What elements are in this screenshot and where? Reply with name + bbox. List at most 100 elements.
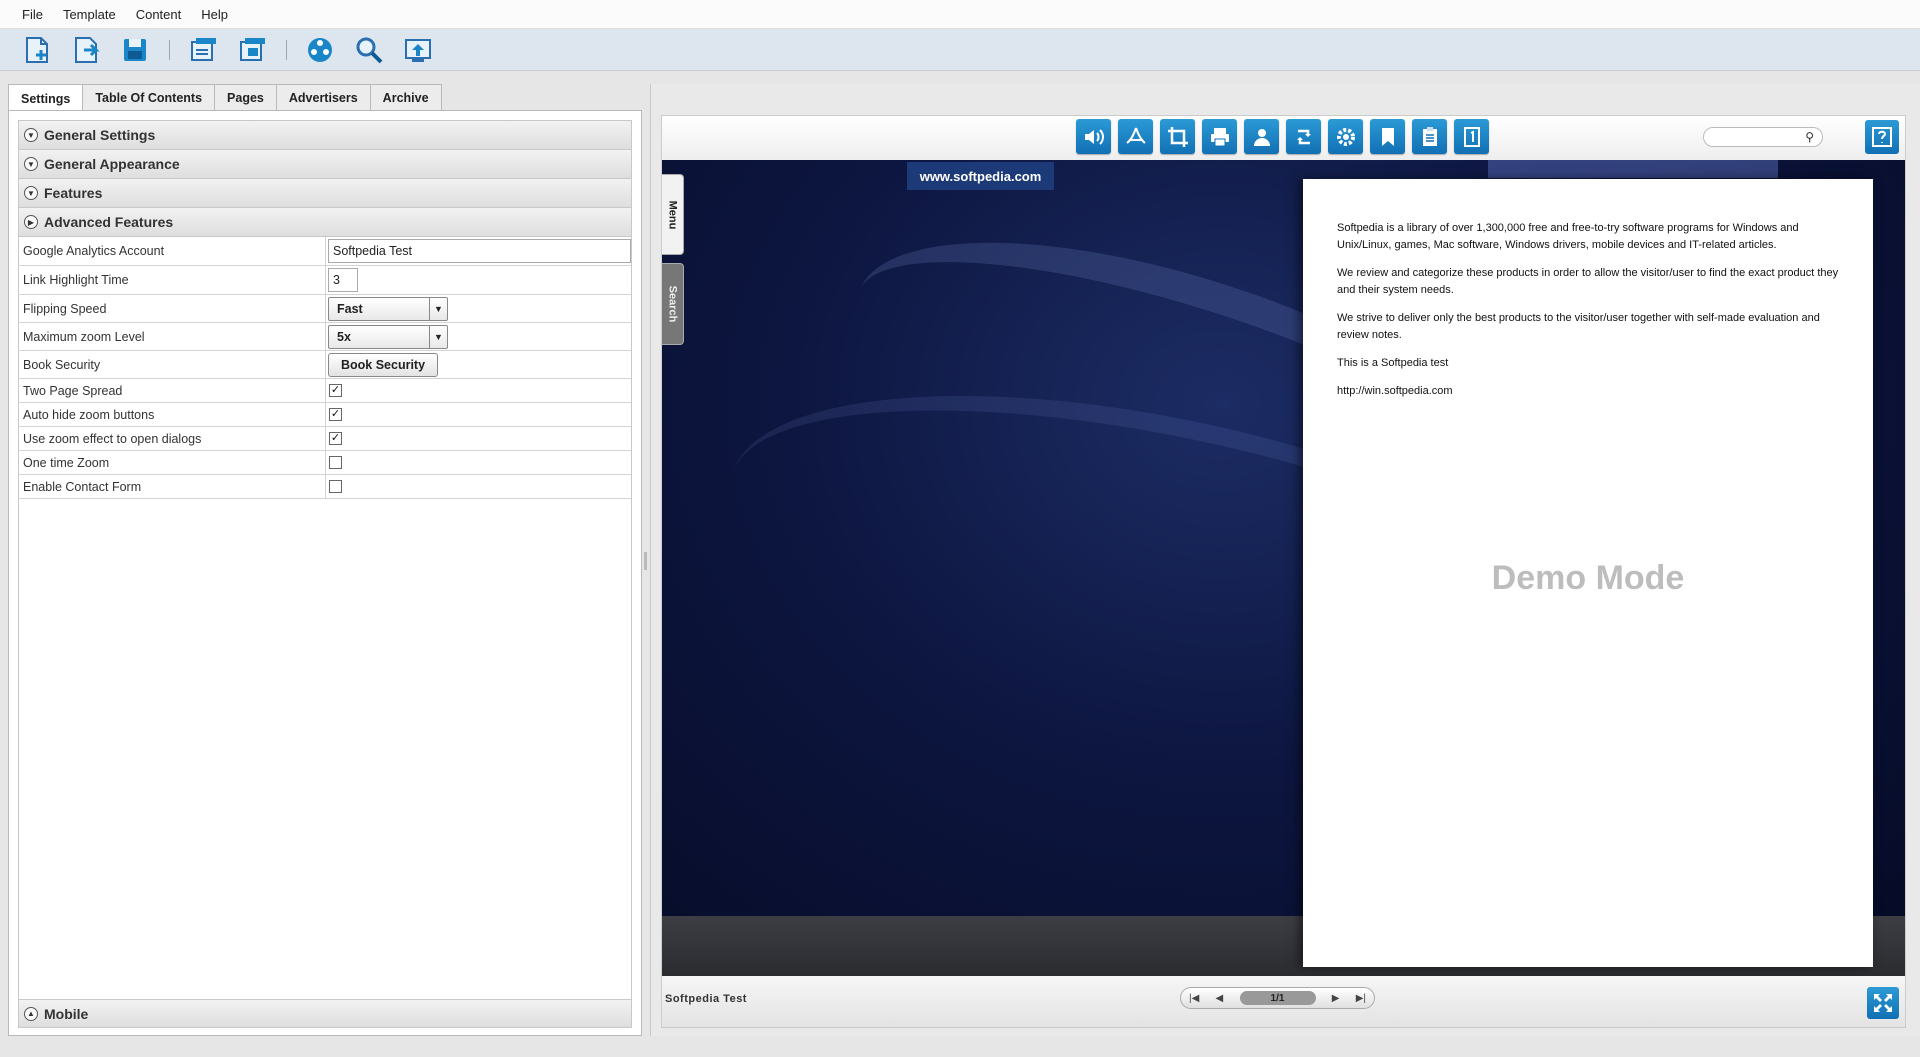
page-link[interactable]: http://win.softpedia.com — [1337, 383, 1839, 400]
section-features[interactable]: ▼ Features — [19, 179, 631, 208]
side-tab-search[interactable]: Search — [662, 263, 684, 345]
save-button[interactable] — [118, 33, 152, 67]
flipping-speed-select[interactable]: Fast ▼ — [328, 296, 448, 321]
contact-form-checkbox[interactable] — [329, 480, 342, 493]
book-security-button[interactable]: Book Security — [328, 352, 439, 377]
page-indicator[interactable]: 1/1 — [1239, 991, 1316, 1005]
google-analytics-input[interactable]: Softpedia Test — [328, 239, 631, 263]
new-project-button[interactable] — [20, 33, 54, 67]
tab-advertisers[interactable]: Advertisers — [275, 84, 371, 110]
save-icon — [124, 38, 146, 61]
sound-icon — [1084, 128, 1104, 145]
property-row: Book Security Book Security — [19, 351, 631, 379]
side-tab-menu[interactable]: Menu — [662, 174, 684, 255]
section-advanced-features[interactable]: ▶ Advanced Features — [19, 208, 631, 237]
max-zoom-select[interactable]: 5x ▼ — [328, 324, 448, 349]
property-row: Link Highlight Time 3 — [19, 266, 631, 295]
chevron-down-icon: ▼ — [429, 325, 447, 348]
property-row: Flipping Speed Fast ▼ — [19, 295, 631, 323]
fullscreen-button[interactable] — [1867, 987, 1899, 1019]
preview-book-button[interactable] — [303, 33, 337, 67]
book-page[interactable]: Softpedia is a library of over 1,300,000… — [1303, 179, 1873, 967]
last-page-icon[interactable]: ▶| — [1356, 993, 1366, 1004]
zoom-preview-button[interactable] — [352, 33, 386, 67]
tab-strip: Settings Table Of Contents Pages Adverti… — [8, 84, 442, 112]
section-title: General Settings — [44, 127, 156, 143]
open-project-icon — [75, 36, 100, 63]
prev-page-icon[interactable]: ◀ — [1216, 993, 1224, 1004]
demo-mode-watermark: Demo Mode — [1491, 559, 1685, 597]
crop-button[interactable] — [1160, 119, 1195, 154]
expand-up-arrow-icon: ▲ — [24, 1006, 38, 1021]
page-paragraph: Softpedia is a library of over 1,300,000… — [1337, 222, 1799, 251]
menu-file[interactable]: File — [12, 7, 53, 22]
google-analytics-label: Google Analytics Account — [19, 237, 326, 265]
property-row: Enable Contact Form — [19, 475, 631, 499]
page-paragraph: We review and categorize these products … — [1337, 267, 1839, 296]
settings-button[interactable] — [1328, 119, 1363, 154]
select-value: 5x — [337, 329, 351, 344]
share-icon — [1253, 128, 1270, 146]
page-navigator: |◀ ◀ 1/1 ▶ ▶| — [1180, 987, 1375, 1009]
print-icon — [1210, 127, 1229, 146]
book-stage: www.softpedia.com Menu Search Softpedia … — [662, 160, 1905, 976]
tab-table-of-contents[interactable]: Table Of Contents — [82, 84, 216, 110]
property-row: Google Analytics Account Softpedia Test — [19, 237, 631, 266]
fullscreen-icon — [1874, 994, 1892, 1012]
panel-splitter[interactable] — [642, 84, 650, 1036]
splitter-grip[interactable] — [644, 552, 647, 570]
two-page-spread-label: Two Page Spread — [19, 379, 326, 402]
tab-settings[interactable]: Settings — [8, 84, 84, 112]
tab-archive[interactable]: Archive — [369, 84, 442, 110]
crop-icon — [1167, 126, 1188, 147]
export-pages-button[interactable] — [235, 33, 269, 67]
menu-help[interactable]: Help — [191, 7, 238, 22]
one-time-zoom-checkbox[interactable] — [329, 456, 342, 469]
flipbook-viewer: ⚲ www.softpedia.com Menu Search Softpedi… — [661, 115, 1906, 1028]
section-general-appearance[interactable]: ▼ General Appearance — [19, 150, 631, 179]
settings-icon — [1336, 127, 1355, 146]
zoom-effect-checkbox[interactable]: ✓ — [329, 432, 342, 445]
auto-hide-zoom-checkbox[interactable]: ✓ — [329, 408, 342, 421]
import-pages-button[interactable] — [186, 33, 220, 67]
link-highlight-input[interactable]: 3 — [328, 268, 358, 292]
section-mobile[interactable]: ▲ Mobile — [19, 999, 631, 1027]
pdf-icon — [1125, 127, 1146, 144]
zoom-preview-icon — [356, 37, 383, 63]
tab-pages[interactable]: Pages — [214, 84, 277, 110]
publish-button[interactable] — [401, 33, 435, 67]
first-page-icon[interactable]: |◀ — [1189, 993, 1199, 1004]
single-page-icon — [1463, 126, 1480, 147]
section-title: Features — [44, 185, 103, 201]
import-pages-icon — [191, 37, 216, 61]
bookmark-icon — [1381, 127, 1394, 146]
open-project-button[interactable] — [69, 33, 103, 67]
section-general-settings[interactable]: ▼ General Settings — [19, 121, 631, 150]
viewer-search-input[interactable]: ⚲ — [1703, 127, 1823, 147]
menu-template[interactable]: Template — [53, 7, 126, 22]
page-paragraph: This is a Softpedia test — [1337, 357, 1449, 369]
print-button[interactable] — [1202, 119, 1237, 154]
rotate-icon — [1296, 129, 1311, 144]
bookmark-button[interactable] — [1370, 119, 1405, 154]
property-row: Auto hide zoom buttons ✓ — [19, 403, 631, 427]
side-tab-label: Menu — [666, 200, 679, 229]
select-value: Fast — [337, 301, 363, 316]
viewer-footer: Softpedia Test |◀ ◀ 1/1 ▶ ▶| — [662, 976, 1905, 1027]
single-page-button[interactable] — [1454, 119, 1489, 154]
sound-button[interactable] — [1076, 119, 1111, 154]
rotate-button[interactable] — [1286, 119, 1321, 154]
notes-button[interactable] — [1412, 119, 1447, 154]
expand-arrow-icon: ▶ — [24, 215, 38, 229]
collapse-arrow-icon: ▼ — [24, 186, 38, 200]
menu-content[interactable]: Content — [126, 7, 192, 22]
share-button[interactable] — [1244, 119, 1279, 154]
collapse-arrow-icon: ▼ — [24, 128, 38, 142]
property-row: Maximum zoom Level 5x ▼ — [19, 323, 631, 351]
two-page-spread-checkbox[interactable]: ✓ — [329, 384, 342, 397]
help-button[interactable] — [1865, 120, 1899, 154]
next-page-icon[interactable]: ▶ — [1332, 993, 1340, 1004]
page-paragraph: We strive to deliver only the best produ… — [1337, 312, 1820, 341]
section-title: Advanced Features — [44, 214, 174, 230]
pdf-button[interactable] — [1118, 119, 1153, 154]
